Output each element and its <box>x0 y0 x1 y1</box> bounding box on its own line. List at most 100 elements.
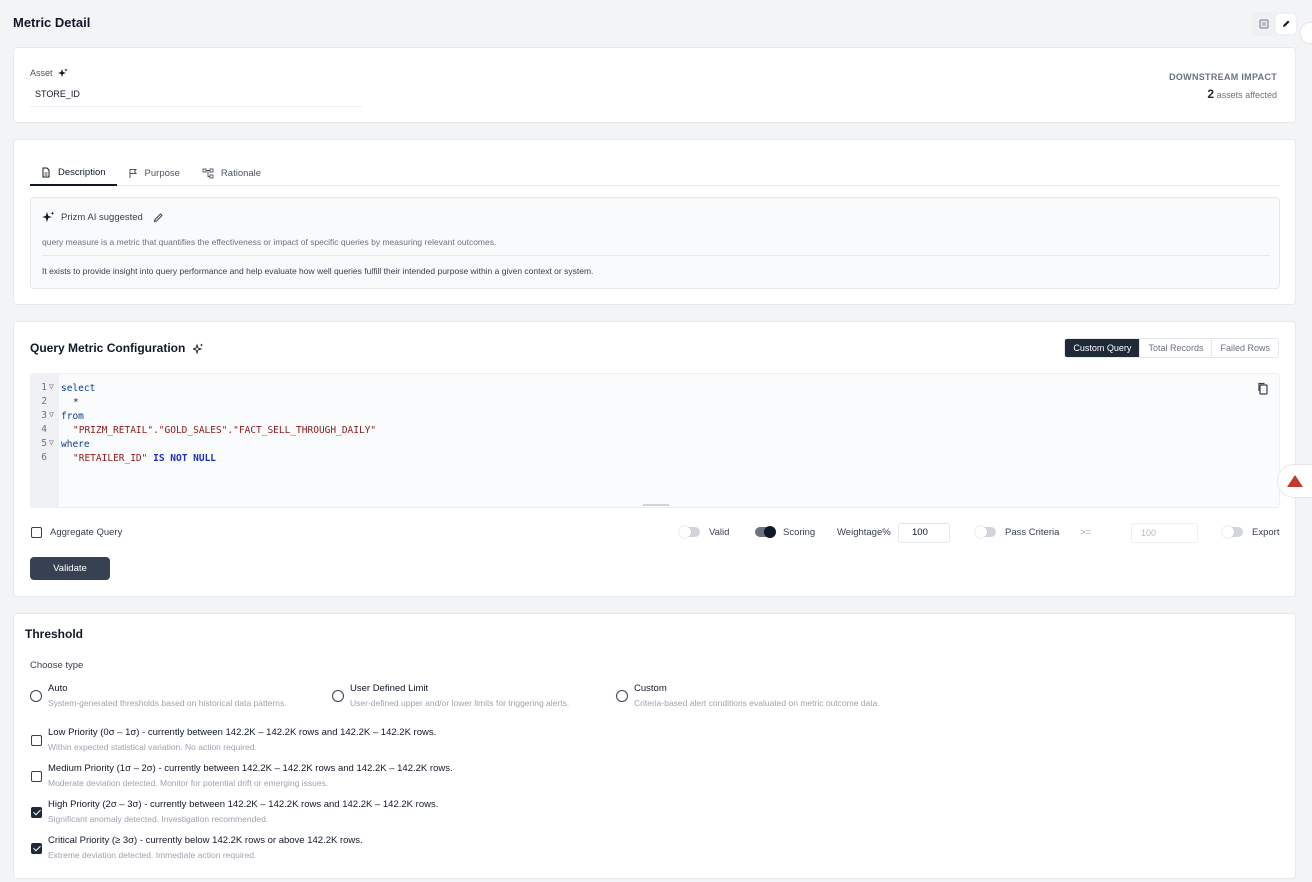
code-line: * <box>73 397 79 408</box>
page-title: Metric Detail <box>13 15 91 30</box>
warning-triangle-icon <box>1287 475 1303 487</box>
code-keyword: IS NOT NULL <box>153 453 217 464</box>
page-header: Metric Detail <box>0 0 1312 46</box>
description-card: Description Purpose Rationale Prizm AI s… <box>13 139 1296 305</box>
copy-icon[interactable] <box>1257 382 1269 395</box>
line-number: 3 <box>41 410 47 421</box>
threshold-type-title: Auto <box>48 683 68 694</box>
aggregate-query-label: Aggregate Query <box>50 527 123 538</box>
priority-desc: Moderate deviation detected. Monitor for… <box>48 778 329 788</box>
tab-rationale-label: Rationale <box>220 167 262 179</box>
query-config-card: Query Metric Configuration Custom Query … <box>13 321 1296 597</box>
pass-criteria-toggle[interactable] <box>975 526 996 538</box>
tab-rationale[interactable]: Rationale <box>191 160 272 186</box>
fold-chevron-icon[interactable]: ▽ <box>49 410 54 419</box>
edit-button[interactable] <box>1276 14 1296 34</box>
side-panel-toggle[interactable] <box>1300 22 1312 44</box>
threshold-type-title: Custom <box>634 683 667 694</box>
flag-icon <box>129 168 137 178</box>
impact-count: 2 <box>1207 87 1215 101</box>
priority-title: Medium Priority (1σ – 2σ) - currently be… <box>48 763 453 774</box>
priority-low-checkbox[interactable] <box>31 735 42 746</box>
total-records-button[interactable]: Total Records <box>1139 339 1212 357</box>
code-area[interactable]: select * from "PRIZM_RETAIL"."GOLD_SALES… <box>59 374 1279 507</box>
aggregate-query-checkbox[interactable] <box>31 527 42 538</box>
ai-suggestion-box: Prizm AI suggested query measure is a me… <box>30 197 1280 289</box>
pass-operator[interactable]: >= <box>1080 527 1091 538</box>
downstream-impact-value: 2 assets affected <box>1207 87 1277 101</box>
line-number: 2 <box>41 396 47 407</box>
flow-icon <box>202 168 214 178</box>
threshold-card: Threshold Choose type Auto System-genera… <box>13 613 1296 879</box>
pencil-icon <box>1283 20 1290 27</box>
rationale-text: It exists to provide insight into query … <box>42 266 594 276</box>
valid-label: Valid <box>709 527 730 538</box>
header-actions <box>1252 12 1298 36</box>
pass-criteria-input[interactable]: 100 <box>1131 523 1198 543</box>
code-editor[interactable]: 1 ▽ 2 3 ▽ 4 5 ▽ 6 select * from "PRIZM_R… <box>30 373 1280 508</box>
query-config-title-text: Query Metric Configuration <box>30 341 186 355</box>
code-line: select <box>61 383 96 394</box>
priority-title: Low Priority (0σ – 1σ) - currently betwe… <box>48 727 437 738</box>
priority-desc: Significant anomaly detected. Investigat… <box>48 814 269 824</box>
pencil-icon[interactable] <box>153 212 164 223</box>
line-number: 1 <box>41 382 47 393</box>
editor-gutter: 1 ▽ 2 3 ▽ 4 5 ▽ 6 <box>31 374 59 507</box>
radio-button[interactable] <box>616 690 628 702</box>
code-string: "RETAILER_ID" <box>73 453 148 464</box>
ai-suggested-header: Prizm AI suggested <box>42 211 164 223</box>
choose-type-label: Choose type <box>30 660 84 671</box>
export-label: Export <box>1252 527 1280 538</box>
code-line: from <box>61 411 84 422</box>
radio-button[interactable] <box>332 690 344 702</box>
fold-chevron-icon[interactable]: ▽ <box>49 438 54 447</box>
asset-label: Asset <box>30 68 68 78</box>
code-line: "RETAILER_ID" IS NOT NULL <box>73 452 216 466</box>
priority-title: High Priority (2σ – 3σ) - currently betw… <box>48 799 439 810</box>
sparkle-icon[interactable] <box>57 68 68 78</box>
tab-description-label: Description <box>58 166 106 178</box>
document-icon <box>42 167 50 177</box>
line-number: 4 <box>41 424 47 435</box>
line-number: 5 <box>41 438 47 449</box>
query-controls: Aggregate Query Valid Scoring Weightage%… <box>30 523 1280 543</box>
layout-icon <box>1259 19 1269 29</box>
priority-high-checkbox[interactable] <box>31 807 42 818</box>
threshold-type-desc: User-defined upper and/or lower limits f… <box>350 698 570 708</box>
description-tabs: Description Purpose Rationale <box>30 160 1280 186</box>
sparkle-icon[interactable] <box>193 343 204 354</box>
line-number: 6 <box>41 452 47 463</box>
threshold-title: Threshold <box>25 627 84 641</box>
scoring-toggle[interactable] <box>755 526 776 538</box>
code-line: "PRIZM_RETAIL"."GOLD_SALES"."FACT_SELL_T… <box>73 425 377 436</box>
divider <box>42 255 1270 256</box>
tab-description[interactable]: Description <box>30 160 117 186</box>
valid-toggle[interactable] <box>679 526 700 538</box>
threshold-type-desc: System-generated thresholds based on his… <box>48 698 287 708</box>
resize-handle[interactable] <box>643 504 669 506</box>
radio-button[interactable] <box>30 690 42 702</box>
fold-chevron-icon[interactable]: ▽ <box>49 382 54 391</box>
asset-field-underline <box>30 106 362 107</box>
priority-desc: Extreme deviation detected. Immediate ac… <box>48 850 257 860</box>
layout-button[interactable] <box>1254 14 1274 34</box>
tab-purpose[interactable]: Purpose <box>117 160 191 186</box>
priority-critical-checkbox[interactable] <box>31 843 42 854</box>
failed-rows-button[interactable]: Failed Rows <box>1211 339 1278 357</box>
alert-fab[interactable] <box>1277 464 1312 498</box>
threshold-type-desc: Criteria-based alert conditions evaluate… <box>634 698 880 708</box>
description-text: query measure is a metric that quantifie… <box>42 237 497 247</box>
impact-suffix: assets affected <box>1216 90 1277 100</box>
scoring-label: Scoring <box>783 527 816 538</box>
downstream-impact-title: DOWNSTREAM IMPACT <box>1169 72 1277 82</box>
query-config-title: Query Metric Configuration <box>30 341 204 355</box>
custom-query-button[interactable]: Custom Query <box>1065 339 1140 357</box>
ai-suggested-label: Prizm AI suggested <box>61 211 143 223</box>
code-line: where <box>61 439 90 450</box>
asset-value[interactable]: STORE_ID <box>35 89 80 99</box>
validate-button[interactable]: Validate <box>30 557 110 580</box>
weightage-input[interactable]: 100 <box>898 523 950 543</box>
priority-medium-checkbox[interactable] <box>31 771 42 782</box>
export-toggle[interactable] <box>1222 526 1243 538</box>
priority-title: Critical Priority (≥ 3σ) - currently bel… <box>48 835 363 846</box>
